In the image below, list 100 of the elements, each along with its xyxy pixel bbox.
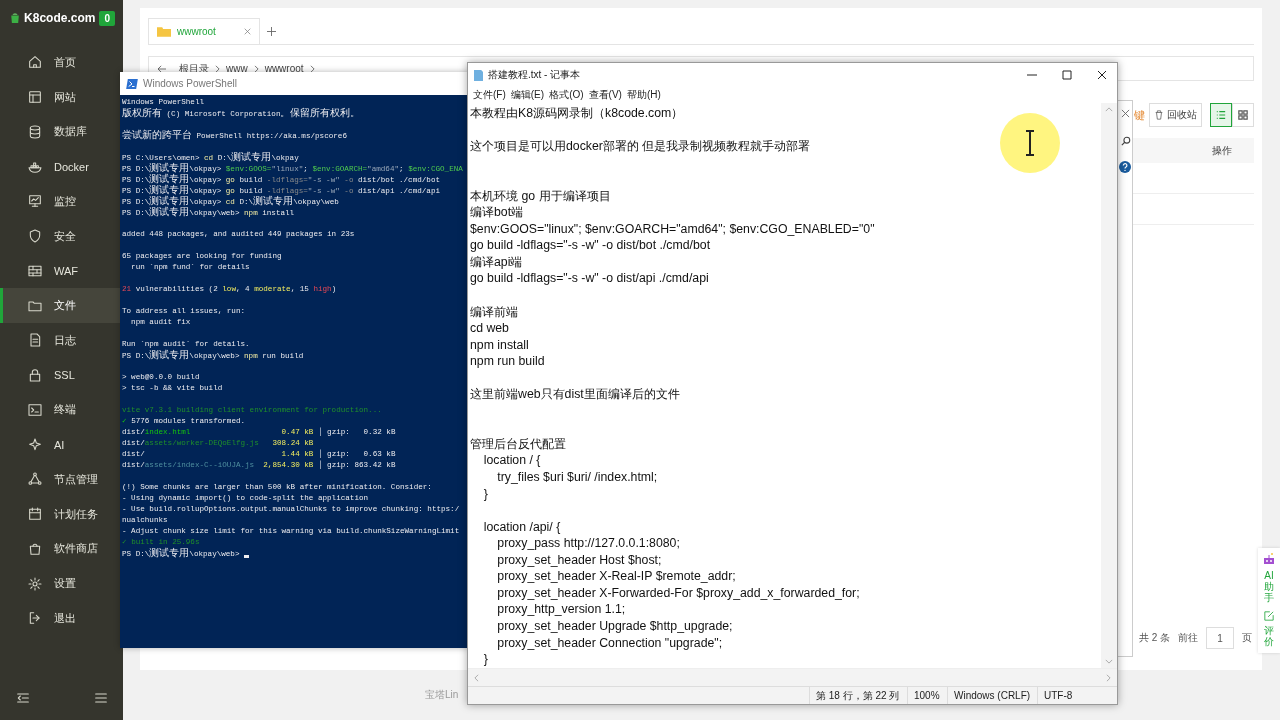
- text-line: 这里前端web只有dist里面编译后的文件: [470, 387, 680, 402]
- chevron-icon: [253, 64, 259, 73]
- search-icon[interactable]: [1121, 136, 1131, 146]
- encoding: UTF-8: [1037, 687, 1117, 704]
- home-icon: [27, 54, 43, 71]
- network-nodes-icon: [27, 471, 43, 488]
- text-line: 编译api端: [470, 254, 523, 269]
- menu-item[interactable]: 帮助(H): [626, 88, 661, 102]
- calendar-icon: [27, 506, 43, 523]
- footer-text: 宝塔Lin: [425, 688, 459, 702]
- text-line: npm install: [470, 337, 529, 352]
- menu-icon[interactable]: [93, 690, 109, 706]
- menu-item[interactable]: 文件(F): [473, 88, 506, 102]
- text-line: proxy_set_header Upgrade $http_upgrade;: [496, 618, 733, 633]
- browser-window-icon: [27, 89, 43, 106]
- sidebar-item[interactable]: 退出: [0, 601, 123, 636]
- help-icon[interactable]: [1119, 161, 1131, 173]
- text-line: location /api/ {: [482, 519, 561, 534]
- sidebar-item[interactable]: 首页: [0, 45, 123, 80]
- text-line: 编译bot端: [470, 205, 524, 220]
- scroll-down-icon[interactable]: [1105, 659, 1113, 664]
- sidebar-item[interactable]: 监控: [0, 184, 123, 219]
- text-line: 管理后台反代配置: [470, 436, 566, 451]
- horizontal-scrollbar[interactable]: [468, 668, 1117, 686]
- text-line: 编译前端: [470, 304, 518, 319]
- page-input[interactable]: 1: [1206, 627, 1234, 649]
- sidebar-item[interactable]: 文件: [0, 288, 123, 323]
- sidebar-item[interactable]: 终端: [0, 392, 123, 428]
- gear-icon: [27, 575, 43, 592]
- terminal-icon: [27, 401, 43, 418]
- edit-icon[interactable]: [1264, 611, 1274, 621]
- text-line: proxy_http_version 1.1;: [496, 602, 626, 617]
- breadcrumb-item[interactable]: wwwroot: [264, 63, 304, 74]
- chevron-icon: [215, 64, 220, 73]
- zoom-level: 100%: [907, 687, 947, 704]
- sidebar-item[interactable]: 网站: [0, 79, 123, 115]
- sidebar-item[interactable]: 设置: [0, 566, 123, 601]
- recycle-bin-button[interactable]: 回收站: [1149, 103, 1202, 127]
- window-title: Windows PowerShell: [143, 78, 237, 89]
- sparkle-icon: [27, 436, 43, 453]
- text-line: go build -ldflags="-s -w" -o dist/api ./cmd/api: [470, 271, 709, 286]
- robot-icon[interactable]: [1262, 552, 1276, 566]
- scroll-left-icon[interactable]: [474, 673, 479, 682]
- text-line: 本机环境 go 用于编译项目: [470, 188, 611, 203]
- text-line: proxy_pass http://127.0.0.1:8080;: [496, 536, 680, 551]
- sidebar-item[interactable]: AI: [0, 427, 123, 462]
- breadcrumb-item[interactable]: www: [226, 63, 248, 74]
- window-title: 搭建教程.txt - 记事本: [488, 68, 581, 82]
- goto-label: 前往: [1178, 631, 1198, 645]
- sidebar-item[interactable]: 计划任务: [0, 496, 123, 532]
- monitor-icon: [27, 193, 43, 210]
- text-line: go build -ldflags="-s -w" -o dist/bot ./cmd/bot: [470, 238, 711, 253]
- folder-icon: [157, 26, 171, 37]
- total-count: 共 2 条: [1138, 631, 1170, 645]
- sidebar-item[interactable]: 数据库: [0, 114, 123, 150]
- text-line: }: [482, 486, 488, 501]
- text-line: proxy_set_header Connection "upgrade";: [496, 635, 723, 650]
- back-arrow-icon[interactable]: [157, 64, 167, 73]
- powershell-icon: [126, 78, 138, 89]
- line-ending: Windows (CRLF): [947, 687, 1037, 704]
- menu-item[interactable]: 格式(O): [549, 88, 584, 102]
- scroll-right-icon[interactable]: [1106, 673, 1111, 682]
- text-line: }: [482, 652, 488, 667]
- scroll-up-icon[interactable]: [1105, 107, 1113, 112]
- chevron-icon: [309, 64, 315, 73]
- document-icon: [27, 332, 43, 349]
- sidebar-item[interactable]: 安全: [0, 218, 123, 254]
- text-line: npm run build: [470, 354, 545, 369]
- grid-icon: [1238, 110, 1248, 120]
- sidebar-item[interactable]: Docker: [0, 149, 123, 184]
- grid-view-button[interactable]: [1232, 103, 1254, 127]
- text-line: location / {: [482, 453, 541, 468]
- list-icon: [1216, 110, 1226, 120]
- text-line: $env:GOOS="linux"; $env:GOARCH="amd64"; $env:CGO_ENABLED="0": [470, 221, 875, 236]
- text-line: 这个项目是可以用docker部署的 但是我录制视频教程就手动部署: [470, 139, 811, 154]
- sidebar-item[interactable]: WAF: [0, 253, 123, 289]
- add-tab-icon[interactable]: [267, 26, 276, 36]
- hint-text: 键: [1134, 107, 1145, 123]
- text-line: cd web: [470, 321, 509, 336]
- database-icon: [27, 123, 43, 140]
- text-line: try_files $uri $uri/ /index.html;: [496, 470, 658, 485]
- sidebar-item[interactable]: 节点管理: [0, 462, 123, 497]
- sidebar-item[interactable]: 日志: [0, 323, 123, 358]
- column-header: 操作: [1212, 143, 1232, 158]
- page-label: 页: [1242, 631, 1252, 645]
- menu-item[interactable]: 编辑(E): [510, 88, 545, 102]
- text-line: proxy_set_header Host $host;: [496, 552, 662, 567]
- cursor-position: 第 18 行，第 22 列: [809, 687, 907, 704]
- vertical-scrollbar[interactable]: [1101, 103, 1117, 668]
- notepad-icon: [474, 69, 483, 81]
- text-line: proxy_set_header X-Real-IP $remote_addr;: [496, 569, 736, 584]
- collapse-menu-icon[interactable]: [15, 690, 31, 706]
- sidebar-item[interactable]: SSL: [0, 357, 123, 393]
- menu-item[interactable]: 查看(V): [588, 88, 622, 102]
- text-line: proxy_set_header X-Forwarded-For $proxy_add_x_forwarded_for;: [496, 585, 860, 600]
- list-view-button[interactable]: [1210, 103, 1232, 127]
- text-cursor-icon: [998, 111, 1062, 175]
- sidebar-item[interactable]: 软件商店: [0, 531, 123, 567]
- text-line: 本教程由K8源码网录制（k8code.com）: [470, 106, 684, 120]
- site-name: K8code.com: [24, 11, 96, 25]
